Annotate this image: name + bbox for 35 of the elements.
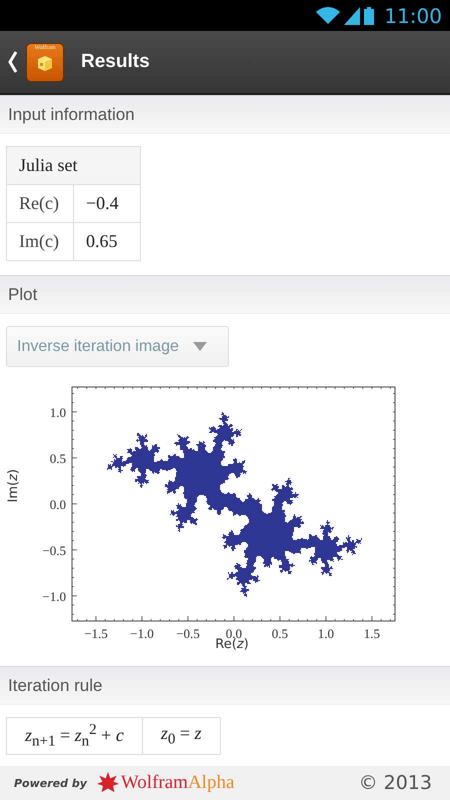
wifi-icon: [316, 6, 340, 24]
tick-label: −1.5: [84, 626, 108, 641]
axis-label: Re(z): [215, 637, 249, 652]
back-icon[interactable]: [8, 51, 18, 73]
tick-label: 0.0: [50, 496, 66, 512]
screen-title: Results: [81, 51, 150, 73]
tick-label: 0.5: [50, 450, 66, 466]
section-header: Plot: [0, 275, 450, 314]
table-cell: 0.65: [74, 222, 140, 260]
tick-label: 0.5: [272, 626, 288, 641]
clock: 11:00: [384, 4, 442, 28]
formula-cell: z$_{n+1}$ = z$_{n}$$^{2}$ + c: [6, 718, 142, 754]
table-header: Julia set: [6, 146, 140, 184]
section-header: Iteration rule: [0, 666, 450, 705]
table-cell: −0.4: [74, 184, 140, 222]
powered-by-text: Powered by: [14, 776, 87, 790]
table-cell: Re(c): [6, 184, 74, 222]
brand-name: WolframAlpha: [120, 772, 234, 794]
tick-label: −0.5: [42, 542, 66, 558]
copyright-text: © 2013: [358, 772, 432, 794]
caret-icon: [192, 342, 207, 351]
tick-label: 1.5: [364, 626, 380, 641]
tick-label: 1.0: [318, 626, 334, 641]
tick-label: 1.0: [50, 404, 66, 420]
axis-label: Im(z): [6, 469, 22, 502]
plot-type-dropdown[interactable]: Inverse iteration image: [6, 326, 229, 367]
tick-label: −0.5: [176, 626, 200, 641]
table-cell: Im(c): [6, 222, 74, 260]
formula-cell: z$_{0}$ = z: [142, 718, 220, 754]
signal-icon: [344, 6, 360, 24]
section-header: Input information: [0, 95, 450, 134]
battery-icon: [364, 6, 374, 24]
star-icon: [96, 772, 119, 794]
tick-label: −1.0: [42, 588, 66, 604]
tick-label: −1.0: [130, 626, 154, 641]
